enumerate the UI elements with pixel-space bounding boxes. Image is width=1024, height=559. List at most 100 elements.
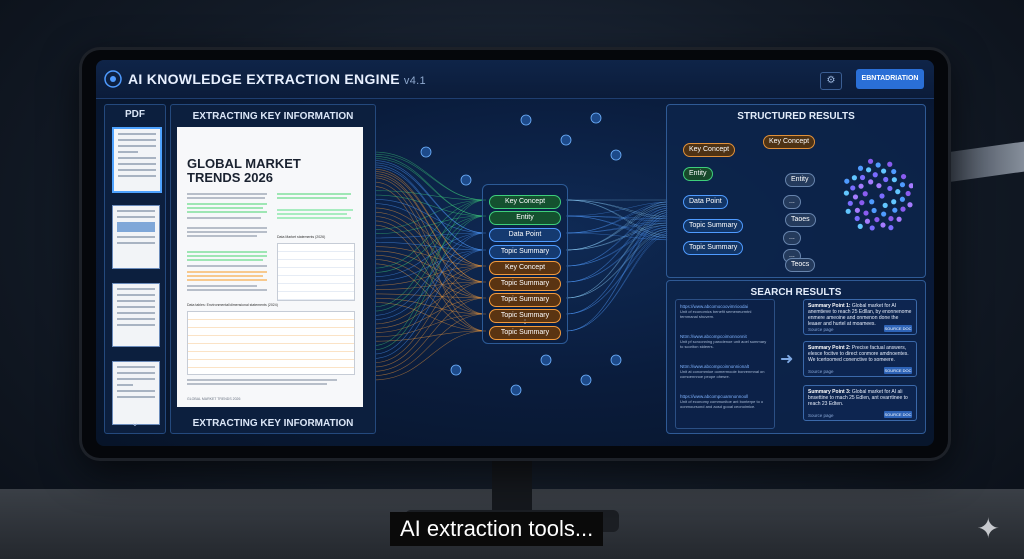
- flow-line: [373, 313, 487, 376]
- search-snippet[interactable]: https://www.abcompcuamnonnooll Unit of e…: [680, 394, 770, 409]
- flow-line: [373, 211, 487, 283]
- document-title: GLOBAL MARKET TRENDS 2026: [187, 156, 301, 185]
- cluster-node: [899, 196, 906, 202]
- flow-line: [373, 249, 487, 359]
- cluster-node: [887, 185, 893, 192]
- result-node[interactable]: Taoes: [785, 213, 816, 227]
- flow-line: [565, 222, 669, 234]
- flow-line: [565, 227, 669, 267]
- search-snippet[interactable]: https://www.abcomocoovimrioodai Unit of …: [680, 304, 770, 319]
- flow-line: [373, 158, 487, 217]
- neural-node: [590, 112, 602, 124]
- search-snippet-list: https://www.abcomocoovimrioodai Unit of …: [675, 299, 775, 429]
- flow-line: [565, 220, 669, 234]
- result-node[interactable]: Topic Summary: [683, 219, 744, 233]
- pdf-thumbnail-1[interactable]: [112, 127, 162, 193]
- cluster-node: [891, 168, 897, 175]
- knowledge-graph-cluster: [843, 158, 913, 231]
- flow-line: [373, 224, 487, 332]
- tag-key-concept[interactable]: Key Concept: [489, 261, 561, 275]
- flow-line: [565, 201, 669, 217]
- app-title-text: AI KNOWLEDGE EXTRACTION ENGINE: [128, 71, 400, 87]
- flow-line: [565, 212, 669, 299]
- extraction-tag-column: Key Concept Entity Data Point Topic Summ…: [482, 184, 568, 344]
- header-action-button[interactable]: EBNTADRIATION: [856, 69, 924, 89]
- tag-topic-summary[interactable]: Topic Summary: [489, 277, 561, 291]
- flow-line: [565, 205, 669, 267]
- flow-line: [373, 249, 487, 320]
- search-results-panel: SEARCH RESULTS https://www.abcomocoovimr…: [666, 280, 926, 434]
- app-version: v4.1: [403, 75, 426, 87]
- tag-data-point[interactable]: Data Point: [489, 228, 561, 242]
- source-doc-button[interactable]: SOURCE DOC: [884, 325, 912, 332]
- cluster-node: [883, 176, 889, 183]
- search-snippet[interactable]: Nttm://www.abcompcoimonnonnit Unit pf sc…: [680, 334, 770, 349]
- source-doc-button[interactable]: SOURCE DOC: [884, 367, 912, 374]
- market-table: [277, 243, 355, 301]
- cluster-node: [854, 207, 860, 213]
- neural-node: [540, 354, 552, 366]
- settings-button[interactable]: ⚙: [820, 72, 842, 90]
- result-node[interactable]: Topic Summary: [683, 241, 744, 255]
- tag-topic-summary[interactable]: Topic Summary: [489, 326, 561, 340]
- flow-line: [565, 199, 669, 239]
- tag-topic-summary[interactable]: Topic Summary: [489, 293, 561, 307]
- flow-line: [565, 229, 669, 283]
- flow-line: [565, 222, 669, 251]
- cluster-node: [871, 207, 877, 214]
- cluster-node: [891, 177, 897, 183]
- cluster-node: [852, 194, 859, 200]
- flow-line: [565, 216, 669, 332]
- result-node[interactable]: Data Point: [683, 195, 728, 209]
- pdf-thumbnail-4[interactable]: [112, 361, 160, 425]
- cluster-node: [908, 183, 913, 189]
- flow-line: [373, 302, 487, 332]
- cluster-node: [868, 179, 874, 185]
- flow-line: [373, 171, 487, 267]
- brain-logo-icon: [104, 70, 122, 88]
- flow-line: [565, 199, 669, 236]
- cluster-node: [881, 168, 887, 174]
- result-node[interactable]: Entity: [785, 173, 815, 187]
- cluster-node: [863, 210, 869, 216]
- cluster-node: [881, 211, 887, 217]
- app-screen: AI KNOWLEDGE EXTRACTION ENGINE v4.1 ⚙ EBN…: [96, 60, 934, 446]
- flow-line: [565, 215, 669, 222]
- tag-entity[interactable]: Entity: [489, 211, 561, 225]
- pdf-thumbnail-2[interactable]: [112, 205, 160, 269]
- cluster-node: [865, 167, 872, 173]
- neural-node: [610, 149, 622, 161]
- flow-line: [373, 232, 487, 316]
- cluster-node: [888, 225, 894, 231]
- result-node[interactable]: Key Concept: [683, 143, 736, 157]
- flow-line: [565, 233, 669, 315]
- snippet-text: Unit at conommioe oomermooie bonrenmnal …: [680, 369, 765, 379]
- flow-line: [373, 293, 487, 299]
- flow-line: [565, 229, 669, 299]
- chevron-down-icon[interactable]: ⌄: [105, 418, 165, 429]
- arrow-right-icon: ➜: [780, 351, 794, 368]
- tag-topic-summary[interactable]: Topic Summary: [489, 245, 561, 259]
- flow-line: [373, 263, 487, 332]
- cluster-node: [896, 216, 902, 222]
- source-doc-button[interactable]: SOURCE DOC: [884, 411, 912, 418]
- tag-key-concept[interactable]: Key Concept: [489, 195, 561, 209]
- result-node[interactable]: ...: [783, 231, 801, 245]
- flow-line: [373, 199, 487, 234]
- flow-line: [373, 173, 487, 283]
- cluster-node: [900, 173, 907, 180]
- flow-line: [373, 216, 487, 299]
- search-snippet[interactable]: Nttm://www.abcompcoinnonnionalt Unit at …: [680, 364, 770, 379]
- cluster-node: [854, 215, 860, 222]
- result-node[interactable]: Teocs: [785, 258, 816, 272]
- cluster-node: [857, 223, 863, 229]
- monitor-stand: [492, 455, 532, 515]
- flow-line: [565, 235, 669, 332]
- cluster-node: [867, 158, 874, 164]
- pdf-thumbnail-3[interactable]: [112, 283, 160, 347]
- result-node[interactable]: Key Concept: [763, 135, 816, 149]
- result-node[interactable]: ...: [783, 195, 801, 209]
- structured-results-title: STRUCTURED RESULTS: [737, 111, 855, 122]
- result-node[interactable]: Entity: [683, 167, 713, 181]
- flow-line: [565, 212, 669, 315]
